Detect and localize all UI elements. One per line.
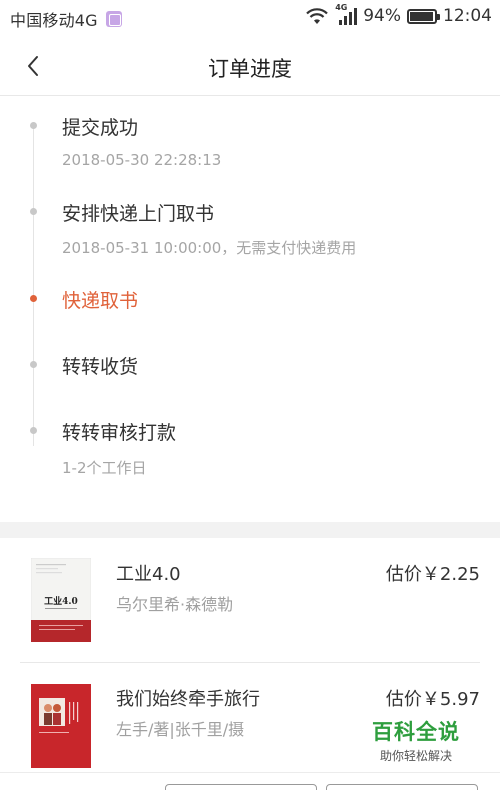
battery-fill xyxy=(410,11,433,21)
order-progress-timeline: 提交成功 2018-05-30 22:28:13 安排快递上门取书 2018-0… xyxy=(0,96,500,522)
carrier-label: 中国移动4G xyxy=(10,11,98,30)
section-divider xyxy=(0,522,500,538)
timeline-dot xyxy=(30,427,37,434)
product-author: 左手/著|张千里/摄 xyxy=(116,720,245,739)
product-author: 乌尔里希·森德勒 xyxy=(116,595,234,614)
action-button[interactable] xyxy=(165,784,317,790)
watermark-subtitle: 助你轻松解决 xyxy=(379,749,452,763)
watermark-title: 百科全说 xyxy=(372,720,460,744)
watermark-logo: 百科全说 助你轻松解决 xyxy=(372,716,460,764)
product-divider xyxy=(20,662,480,663)
bottom-action-bar xyxy=(0,772,500,790)
book-cover-image: 工业4.0 xyxy=(31,558,91,642)
page-title: 订单进度 xyxy=(208,57,292,81)
step-title: 转转审核打款 xyxy=(62,422,177,444)
status-bar-right: 4G 94% 12:04 xyxy=(305,3,492,26)
timeline-dot xyxy=(30,208,37,215)
book-cover-image xyxy=(31,684,91,768)
book-cover-title: 工业4.0 xyxy=(44,595,78,607)
status-bar: 中国移动4G 4G 94% 12:04 xyxy=(0,0,500,36)
timeline-line xyxy=(33,126,34,446)
timeline-dot xyxy=(30,361,37,368)
timeline-dot-active xyxy=(30,295,37,302)
status-bar-left: 中国移动4G xyxy=(10,7,122,31)
battery-percent: 94% xyxy=(363,6,401,26)
product-price: 估价￥5.97 xyxy=(385,689,480,710)
product-name: 我们始终牵手旅行 xyxy=(116,689,260,710)
step-subtitle: 1-2个工作日 xyxy=(62,459,147,477)
product-price: 估价￥2.25 xyxy=(385,564,480,585)
step-title: 提交成功 xyxy=(62,117,139,139)
wifi-icon xyxy=(306,8,328,24)
gallery-notification-icon xyxy=(105,11,122,27)
step-subtitle: 2018-05-30 22:28:13 xyxy=(62,151,222,169)
step-title: 快递取书 xyxy=(62,290,139,312)
step-title: 转转收货 xyxy=(62,356,139,378)
nav-bar: 订单进度 xyxy=(0,36,500,96)
clock: 12:04 xyxy=(443,6,492,26)
timeline-dot xyxy=(30,122,37,129)
step-title: 安排快递上门取书 xyxy=(62,203,215,225)
network-type-label: 4G xyxy=(335,3,348,12)
signal-icon: 4G xyxy=(335,3,358,25)
battery-icon xyxy=(407,8,440,24)
action-button[interactable] xyxy=(326,784,478,790)
product-name: 工业4.0 xyxy=(116,564,181,585)
step-subtitle: 2018-05-31 10:00:00，无需支付快递费用 xyxy=(62,239,357,257)
